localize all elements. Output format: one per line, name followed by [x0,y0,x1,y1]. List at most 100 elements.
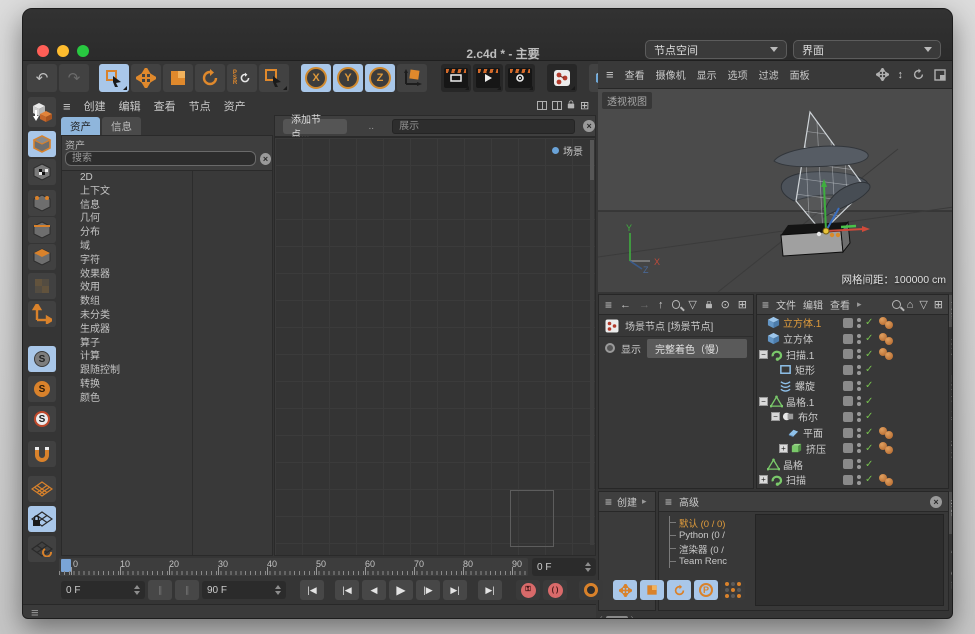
coordinate-system-button[interactable] [397,64,427,92]
enabled-check[interactable]: ✓ [865,364,873,375]
lock-icon[interactable] [568,103,574,108]
render-view-button[interactable] [441,64,471,92]
object-row[interactable]: + 扫描 ✓ [757,472,948,488]
hamburger-menu-icon[interactable]: ≡ [63,99,71,114]
radio-icon[interactable] [605,343,615,353]
material-tags[interactable] [879,317,893,329]
render-picture-viewer-button[interactable] [473,64,503,92]
tab-performance[interactable]: 性能 [949,564,953,596]
snap-toggle-button[interactable]: S [28,346,56,372]
visibility-dots[interactable] [857,318,861,328]
material-tags[interactable] [879,333,893,345]
enabled-check[interactable]: ✓ [865,411,873,422]
menu-view[interactable]: 查看 [154,98,176,114]
add-panel-icon[interactable]: ⊞ [934,298,943,311]
object-row[interactable]: 立方体 ✓ [757,331,948,347]
category-item[interactable]: 效果器 [62,268,272,282]
viewport-menu-display[interactable]: 显示 [697,67,717,82]
double-column-icon[interactable] [552,101,562,110]
planar-workplane-button[interactable] [28,536,56,562]
visibility-dots[interactable] [857,412,861,422]
snap-3d-button[interactable]: S [28,406,56,432]
category-item[interactable]: 数组 [62,295,272,309]
redo-button[interactable]: ↷ [59,64,89,92]
object-row[interactable]: − 晶格.1 ✓ [757,393,948,409]
om-menu-edit[interactable]: 编辑 [803,297,823,312]
key-parameter-toggle[interactable]: P [694,580,718,600]
psr-reset-tool[interactable]: PSR [227,64,257,92]
category-item[interactable]: 算子 [62,337,272,351]
texture-axis-mode-button[interactable] [28,273,56,299]
display-mode-dropdown[interactable]: 完整着色（慢） [647,339,747,358]
lock-z-axis-button[interactable]: Z [365,64,395,92]
keyframe-selection-button[interactable] [579,580,603,600]
single-column-icon[interactable] [537,101,547,110]
edit-toggle[interactable] [843,459,853,469]
key-rotation-toggle[interactable] [667,580,691,600]
category-item[interactable]: 未分类 [62,309,272,323]
category-item[interactable]: 跟随控制 [62,364,272,378]
scene-node-row[interactable]: 场景节点 [场景节点] [599,315,753,337]
expand-toggle[interactable]: − [759,350,768,359]
visibility-dots[interactable] [857,443,861,453]
live-selection-tool[interactable] [99,64,129,92]
search-icon[interactable] [892,300,901,309]
make-editable-button[interactable] [28,97,56,127]
goto-end-button[interactable]: ▶| [478,580,502,600]
hamburger-menu-icon[interactable]: ≡ [665,495,672,509]
visibility-dots[interactable] [857,381,861,391]
category-item[interactable]: 颜色 [62,392,272,406]
clear-filter-icon[interactable]: × [583,120,595,132]
expand-toggle[interactable]: − [771,412,780,421]
category-item[interactable]: 2D [62,171,272,185]
viewport-menu-panel[interactable]: 面板 [790,67,810,82]
range-marker-right-button[interactable]: ∥ [175,580,199,600]
node-editor-scrollbar[interactable] [590,140,594,545]
category-item[interactable]: 分布 [62,226,272,240]
scale-tool[interactable] [163,64,193,92]
hamburger-menu-icon[interactable]: ≡ [605,495,612,509]
expand-toggle[interactable]: + [759,475,768,484]
tab-objects[interactable]: 对象 [949,295,953,327]
pan-view-icon[interactable] [876,68,889,81]
object-row[interactable]: − 扫描.1 ✓ [757,346,948,362]
console-source-python[interactable]: Python (0 / [670,529,753,542]
close-panel-icon[interactable]: × [930,496,942,508]
object-row[interactable]: + 挤压 ✓ [757,441,948,457]
orbit-view-icon[interactable] [912,68,925,81]
autokey-button[interactable]: ( ) [543,580,567,600]
menu-create[interactable]: 创建 [84,98,106,114]
om-menu-file[interactable]: 文件 [776,297,796,312]
lock-icon[interactable] [706,303,712,308]
minimize-window-button[interactable] [57,45,69,57]
point-mode-button[interactable] [28,190,56,216]
material-tags[interactable] [879,427,893,439]
prev-frame-button[interactable]: ◀ [362,580,386,600]
category-item[interactable]: 几何 [62,212,272,226]
scroll-left-icon[interactable]: ‹ [600,613,603,619]
edit-toggle[interactable] [843,475,853,485]
rotate-tool[interactable] [195,64,225,92]
visibility-dots[interactable] [857,349,861,359]
edit-toggle[interactable] [843,396,853,406]
lock-workplane-button[interactable] [28,506,56,532]
key-position-toggle[interactable] [613,580,637,600]
object-row[interactable]: 立方体.1 ✓ [757,315,948,331]
object-row[interactable]: − 布尔 ✓ [757,409,948,425]
add-panel-icon[interactable]: ⊞ [580,99,589,112]
category-item[interactable]: 计算 [62,350,272,364]
status-hamburger-icon[interactable]: ≡ [31,605,39,619]
node-filter-input[interactable] [392,119,575,134]
advanced-tab-label[interactable]: 高级 [679,494,699,509]
category-item[interactable]: 域 [62,240,272,254]
material-tags[interactable] [879,442,893,454]
expand-toggle[interactable]: − [759,397,768,406]
key-pla-toggle[interactable] [721,580,745,600]
category-item[interactable]: 信息 [62,199,272,213]
category-item[interactable]: 效用 [62,281,272,295]
back-icon[interactable]: ← [620,299,631,311]
om-menu-view[interactable]: 查看 [830,297,850,312]
visibility-dots[interactable] [857,459,861,469]
material-node-editor-button[interactable] [547,64,577,92]
visibility-dots[interactable] [857,396,861,406]
